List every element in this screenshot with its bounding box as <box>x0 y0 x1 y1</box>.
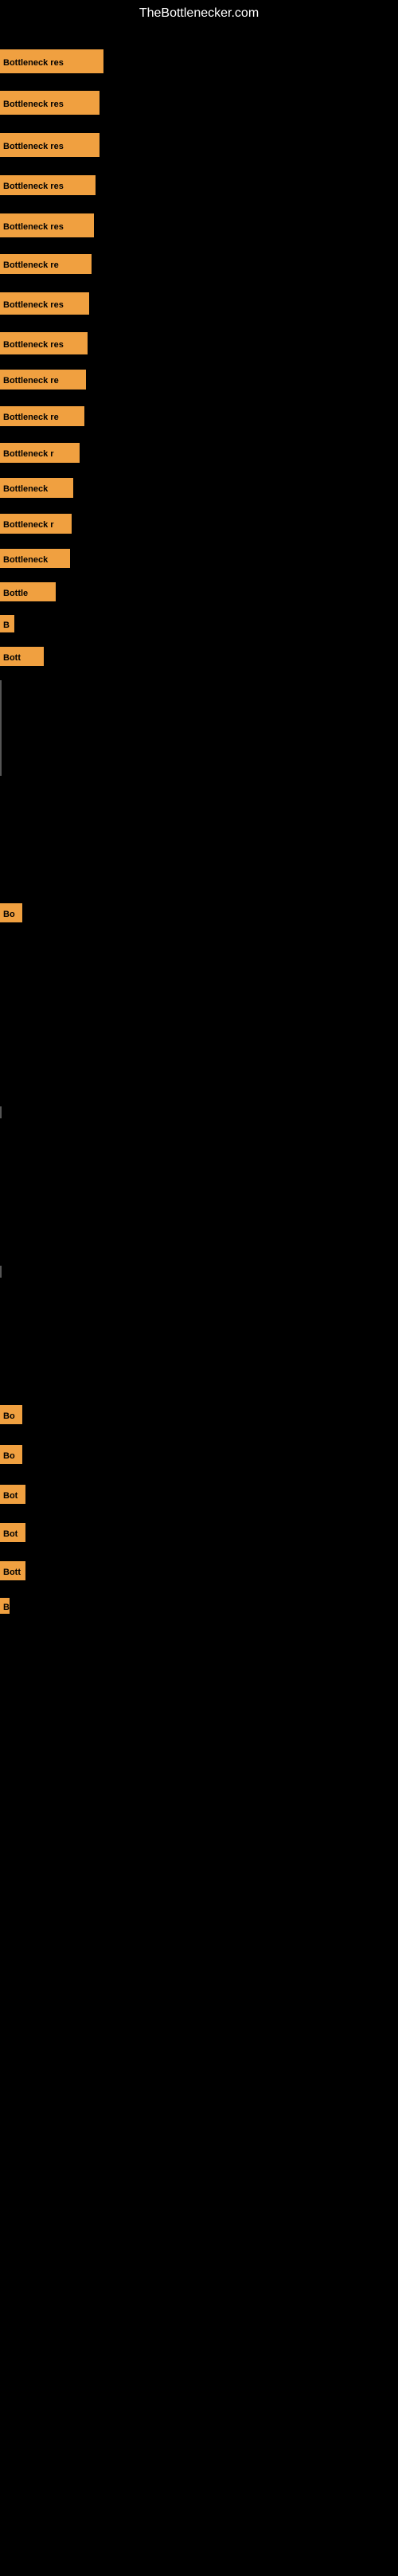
bar-item: Bottleneck res <box>0 49 103 73</box>
bar-label: Bo <box>0 1405 22 1424</box>
bar-item: Bot <box>0 1523 25 1542</box>
bar-label: Bottleneck re <box>0 370 86 390</box>
bar-label: Bot <box>0 1485 25 1504</box>
site-title: TheBottlenecker.com <box>0 0 398 27</box>
bar-label: Bott <box>0 1561 25 1580</box>
bar-item: Bottleneck res <box>0 332 88 354</box>
bar-label: Bottleneck r <box>0 514 72 534</box>
bar-label: B <box>0 615 14 632</box>
bar-item: Bottle <box>0 582 56 601</box>
vertical-line <box>0 1266 2 1278</box>
bar-item: Bo <box>0 1405 22 1424</box>
bar-label: Bot <box>0 1523 25 1542</box>
bar-item: Bott <box>0 1561 25 1580</box>
bar-item: Bottleneck r <box>0 443 80 463</box>
bar-item: B <box>0 1598 10 1614</box>
bar-label: B <box>0 1598 10 1614</box>
bar-label: Bottleneck res <box>0 292 89 315</box>
bar-item: Bo <box>0 1445 22 1464</box>
bar-item: Bottleneck <box>0 549 70 568</box>
bar-item: Bottleneck res <box>0 213 94 237</box>
bar-label: Bottle <box>0 582 56 601</box>
bar-label: Bott <box>0 647 44 666</box>
bar-label: Bottleneck res <box>0 175 96 195</box>
bar-item: Bott <box>0 647 44 666</box>
bar-label: Bottleneck res <box>0 49 103 73</box>
bar-item: Bottleneck re <box>0 370 86 390</box>
bar-label: Bottleneck r <box>0 443 80 463</box>
bar-label: Bo <box>0 1445 22 1464</box>
bar-label: Bottleneck res <box>0 332 88 354</box>
vertical-line <box>0 680 2 776</box>
vertical-line <box>0 1106 2 1118</box>
bar-item: Bottleneck re <box>0 406 84 426</box>
bar-item: Bottleneck res <box>0 133 100 157</box>
bar-label: Bottleneck res <box>0 91 100 115</box>
bar-item: Bottleneck res <box>0 91 100 115</box>
bar-item: Bottleneck <box>0 478 73 498</box>
bar-item: Bo <box>0 903 22 922</box>
bar-label: Bottleneck <box>0 478 73 498</box>
bar-label: Bottleneck re <box>0 406 84 426</box>
bar-label: Bottleneck re <box>0 254 92 274</box>
bar-item: Bottleneck re <box>0 254 92 274</box>
bar-item: Bot <box>0 1485 25 1504</box>
bar-item: Bottleneck res <box>0 292 89 315</box>
bar-item: Bottleneck r <box>0 514 72 534</box>
bar-label: Bottleneck res <box>0 213 94 237</box>
bar-label: Bo <box>0 903 22 922</box>
bar-label: Bottleneck <box>0 549 70 568</box>
bar-item: B <box>0 615 14 632</box>
bar-label: Bottleneck res <box>0 133 100 157</box>
bar-item: Bottleneck res <box>0 175 96 195</box>
